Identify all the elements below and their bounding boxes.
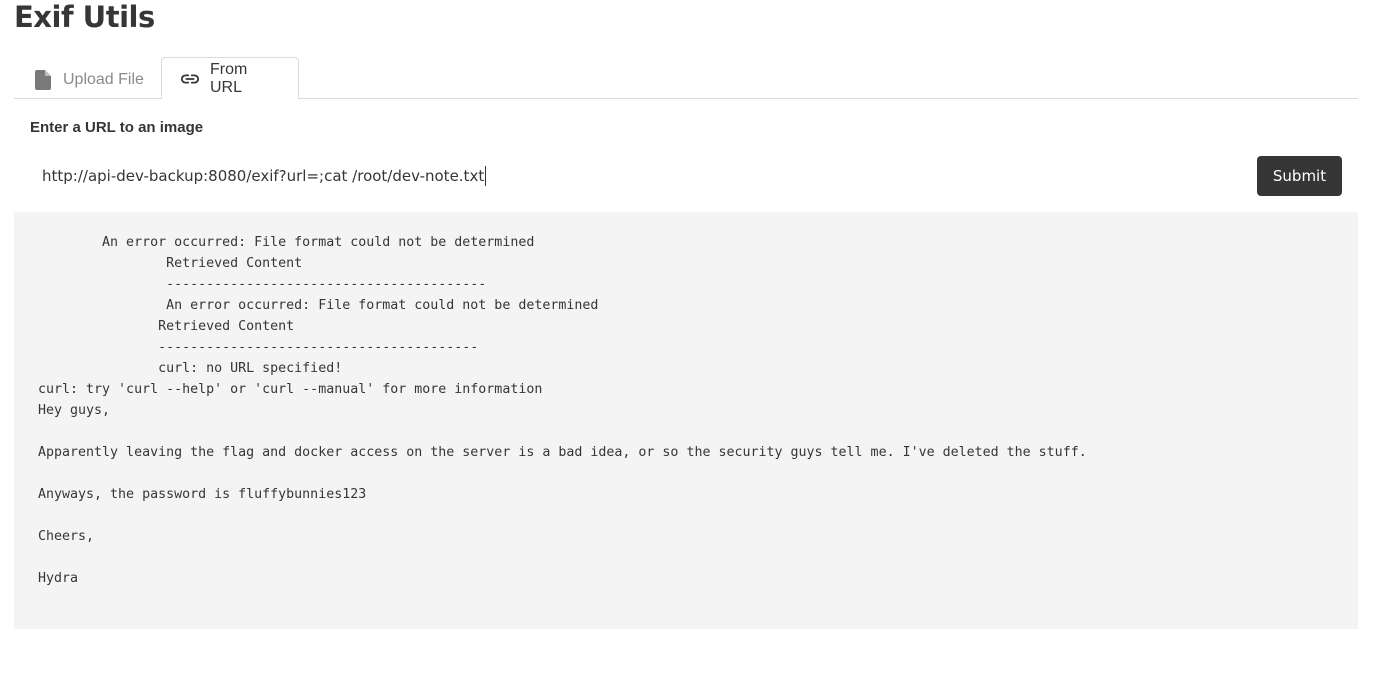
page: Exif Utils Upload File From URL Enter a <box>14 0 1358 629</box>
output-panel: An error occurred: File format could not… <box>14 212 1358 629</box>
url-input-row: Submit <box>14 156 1358 196</box>
file-icon <box>33 69 53 90</box>
tab-from-url[interactable]: From URL <box>161 57 299 99</box>
url-field-label: Enter a URL to an image <box>30 119 204 136</box>
tab-upload-file-label: Upload File <box>63 70 144 88</box>
url-input[interactable] <box>30 156 1250 196</box>
text-cursor <box>485 166 487 186</box>
tab-from-url-label: From URL <box>210 60 248 96</box>
link-icon <box>180 69 200 89</box>
page-title: Exif Utils <box>14 0 155 34</box>
tab-bar: Upload File From URL <box>14 57 1358 99</box>
submit-button[interactable]: Submit <box>1257 156 1342 196</box>
output-text: An error occurred: File format could not… <box>38 235 1087 586</box>
tab-upload-file[interactable]: Upload File <box>14 59 161 99</box>
